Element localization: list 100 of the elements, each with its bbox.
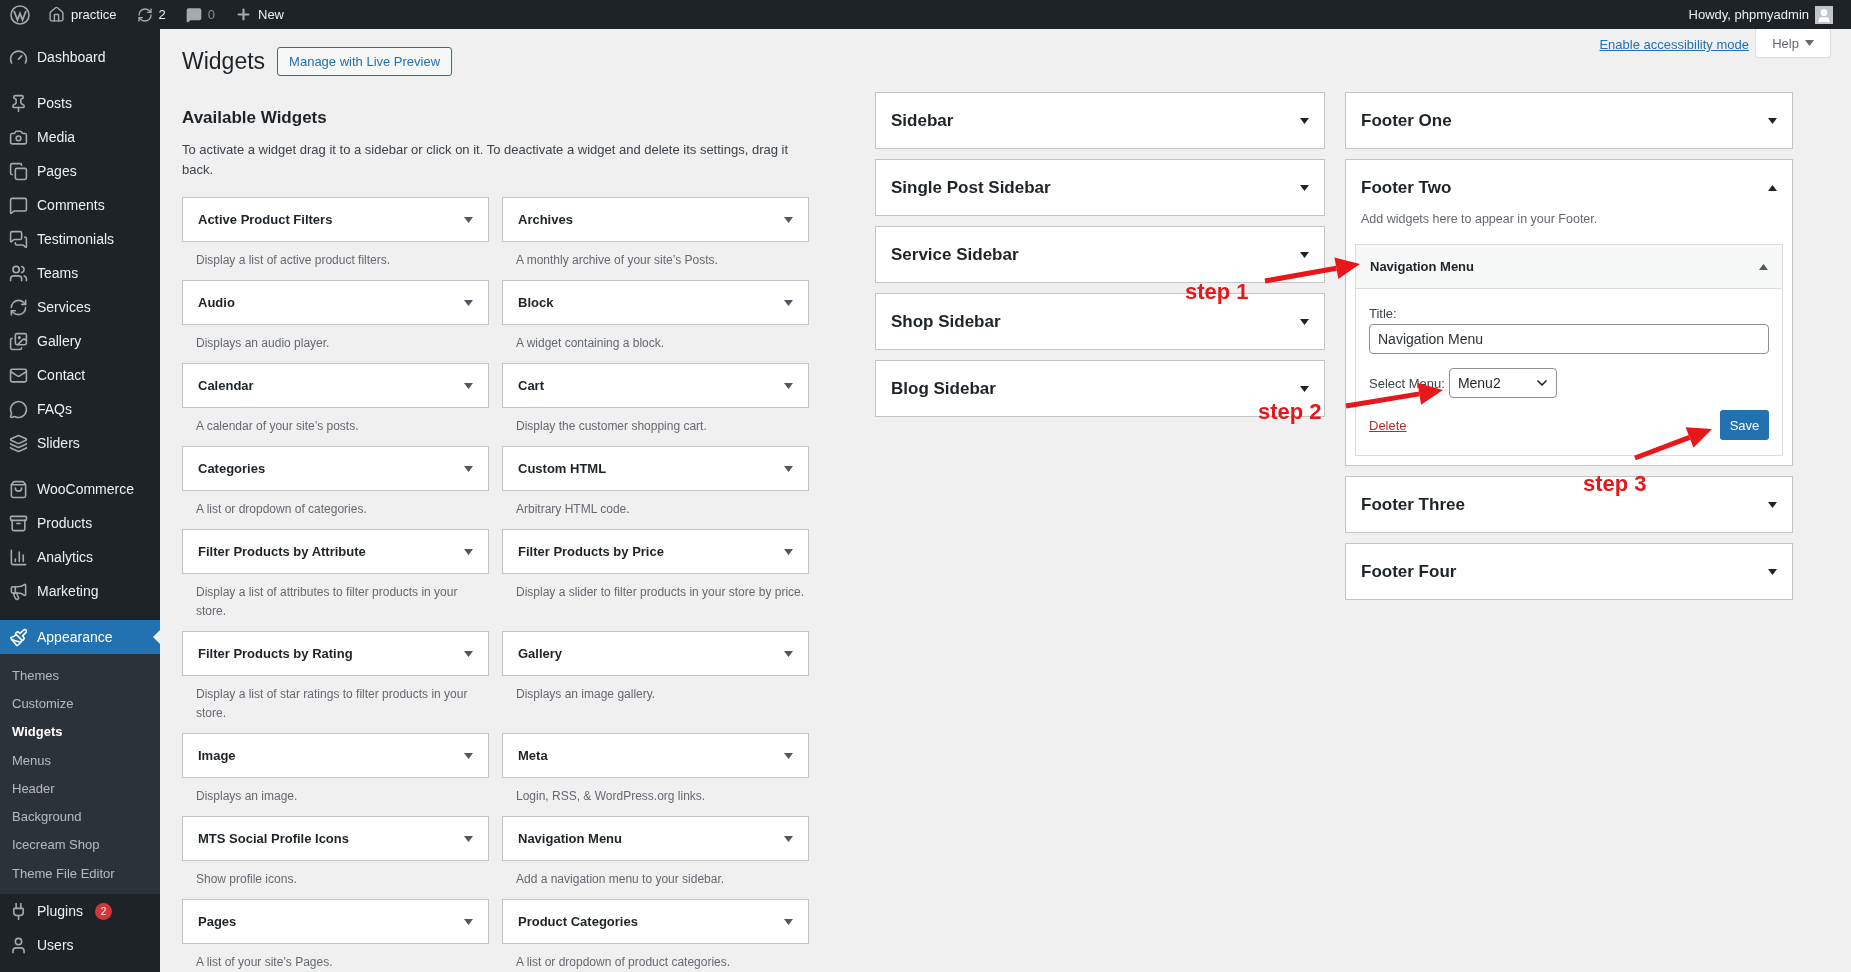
caret-down-icon xyxy=(784,752,793,759)
caret-down-icon xyxy=(464,548,473,555)
submenu-item[interactable]: Customize xyxy=(0,689,160,718)
submenu-item[interactable]: Theme File Editor xyxy=(0,859,160,888)
menu-item[interactable]: Analytics xyxy=(0,540,160,574)
menu-item[interactable]: Gallery xyxy=(0,324,160,358)
widget-area-title[interactable]: Footer Two xyxy=(1361,177,1452,198)
caret-down-icon xyxy=(464,835,473,842)
site-link[interactable]: practice xyxy=(38,0,127,29)
refresh-icon xyxy=(9,297,28,317)
widget-description: Login, RSS, & WordPress.org links. xyxy=(515,788,707,805)
widget-description: Displays an image. xyxy=(195,788,299,805)
widget-description: Show profile icons. xyxy=(195,871,298,888)
menu-item[interactable]: Comments xyxy=(0,188,160,222)
caret-down-icon[interactable] xyxy=(1300,318,1309,325)
widget-item[interactable]: Categories xyxy=(182,446,489,491)
widget-description: A list of your site’s Pages. xyxy=(195,954,334,971)
caret-down-icon[interactable] xyxy=(1300,385,1309,392)
widget-description: Display a list of attributes to filter products in your store. xyxy=(195,584,459,620)
placed-widget-header[interactable]: Navigation Menu xyxy=(1356,245,1782,289)
widget-area-title[interactable]: Footer Three xyxy=(1361,494,1465,515)
menu-item[interactable]: FAQs xyxy=(0,392,160,426)
caret-down-icon[interactable] xyxy=(1300,251,1309,258)
new-label: New xyxy=(258,7,284,22)
widget-item[interactable]: Filter Products by Price xyxy=(502,529,809,574)
widget-item[interactable]: Pages xyxy=(182,899,489,944)
step-annotation: step 2 xyxy=(1258,399,1322,425)
caret-down-icon[interactable] xyxy=(1768,568,1777,575)
widget-description: Display the customer shopping cart. xyxy=(515,418,708,435)
save-button[interactable]: Save xyxy=(1720,410,1769,440)
caret-down-icon[interactable] xyxy=(1768,117,1777,124)
menu-item[interactable]: Testimonials xyxy=(0,222,160,256)
menu-item[interactable]: Sliders xyxy=(0,426,160,460)
widget-item[interactable]: Product Categories xyxy=(502,899,809,944)
widget-description: A calendar of your site’s posts. xyxy=(195,418,360,435)
help-tab[interactable]: Help xyxy=(1755,29,1831,58)
menu-select[interactable]: Menu2 xyxy=(1448,368,1557,398)
menu-item[interactable]: Pages xyxy=(0,154,160,188)
menu-item[interactable]: Dashboard xyxy=(0,40,160,74)
widget-item[interactable]: Navigation Menu xyxy=(502,816,809,861)
updates-link[interactable]: 2 xyxy=(126,0,176,29)
widget-area-title[interactable]: Footer Four xyxy=(1361,561,1457,582)
new-link[interactable]: New xyxy=(225,0,294,29)
widget-item[interactable]: Block xyxy=(502,280,809,325)
menu-item[interactable]: Appearance xyxy=(0,620,160,654)
widget-item[interactable]: MTS Social Profile Icons xyxy=(182,816,489,861)
caret-down-icon xyxy=(784,918,793,925)
widget-item[interactable]: Active Product Filters xyxy=(182,197,489,242)
menu-item[interactable]: Marketing xyxy=(0,574,160,608)
caret-down-icon[interactable] xyxy=(1300,184,1309,191)
widget-area-title[interactable]: Blog Sidebar xyxy=(891,378,996,399)
widget-area-title[interactable]: Service Sidebar xyxy=(891,244,1019,265)
widget-item[interactable]: Audio xyxy=(182,280,489,325)
submenu-item[interactable]: Themes xyxy=(0,661,160,690)
menu-item[interactable]: Contact xyxy=(0,358,160,392)
widget-area-title[interactable]: Shop Sidebar xyxy=(891,311,1001,332)
caret-down-icon xyxy=(464,752,473,759)
speech-bubble-icon xyxy=(9,399,28,419)
submenu-item[interactable]: Header xyxy=(0,774,160,803)
widget-item[interactable]: Archives xyxy=(502,197,809,242)
widget-area-title[interactable]: Sidebar xyxy=(891,110,954,131)
accessibility-link[interactable]: Enable accessibility mode xyxy=(1599,37,1749,52)
widget-area-title[interactable]: Footer One xyxy=(1361,110,1452,131)
dashboard-icon xyxy=(9,47,28,67)
menu-item[interactable]: Users xyxy=(0,928,160,963)
submenu-item[interactable]: Background xyxy=(0,802,160,831)
caret-up-icon[interactable] xyxy=(1768,184,1777,191)
avatar-icon xyxy=(1815,5,1833,24)
widget-area-title[interactable]: Single Post Sidebar xyxy=(891,177,1051,198)
caret-down-icon xyxy=(784,548,793,555)
delete-link[interactable]: Delete xyxy=(1369,417,1407,433)
widget-item[interactable]: Filter Products by Attribute xyxy=(182,529,489,574)
menu-item[interactable]: Media xyxy=(0,120,160,154)
shopping-bag-icon xyxy=(9,479,28,499)
widget-item[interactable]: Filter Products by Rating xyxy=(182,631,489,676)
widget-item[interactable]: Custom HTML xyxy=(502,446,809,491)
submenu-item[interactable]: Widgets xyxy=(0,717,160,746)
live-preview-button[interactable]: Manage with Live Preview xyxy=(277,47,453,76)
widget-item[interactable]: Calendar xyxy=(182,363,489,408)
menu-item[interactable]: Services xyxy=(0,290,160,324)
widget-item[interactable]: Cart xyxy=(502,363,809,408)
widget-item[interactable]: Meta xyxy=(502,733,809,778)
widget-description: A monthly archive of your site’s Posts. xyxy=(515,252,719,269)
step-annotation: step 1 xyxy=(1185,279,1249,305)
title-field[interactable]: Navigation Menu xyxy=(1369,324,1769,354)
caret-down-icon[interactable] xyxy=(1300,117,1309,124)
menu-item[interactable]: WooCommerce xyxy=(0,472,160,506)
menu-item[interactable]: Posts xyxy=(0,86,160,120)
caret-down-icon xyxy=(784,216,793,223)
comment-icon xyxy=(185,6,202,23)
menu-item[interactable]: Products xyxy=(0,506,160,540)
menu-item[interactable]: Plugins 2 xyxy=(0,894,160,929)
widget-item[interactable]: Gallery xyxy=(502,631,809,676)
menu-item[interactable]: Teams xyxy=(0,256,160,290)
submenu-item[interactable]: Menus xyxy=(0,745,160,775)
caret-down-icon[interactable] xyxy=(1768,501,1777,508)
widget-item[interactable]: Image xyxy=(182,733,489,778)
comments-link[interactable]: 0 xyxy=(175,0,225,29)
account-link[interactable]: Howdy, phpmyadmin xyxy=(1678,0,1843,29)
submenu-item[interactable]: Icecream Shop xyxy=(0,830,160,860)
